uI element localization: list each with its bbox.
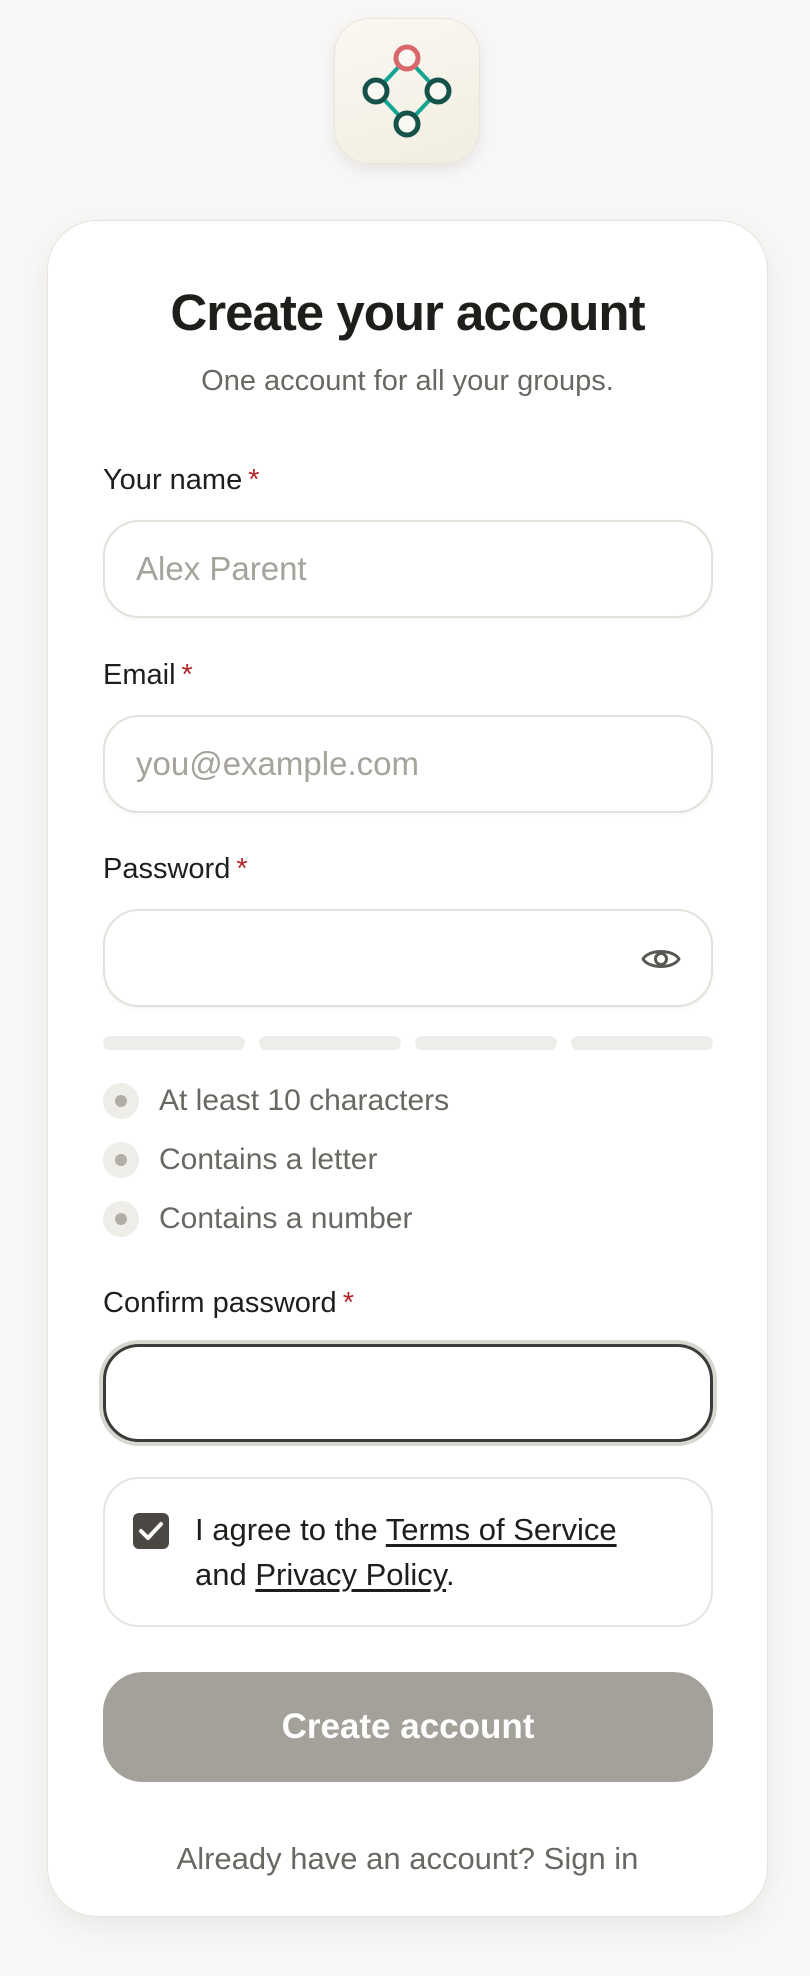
email-input[interactable] [136,717,631,811]
required-mark: * [236,853,248,885]
requirement-item: Contains a letter [103,1142,503,1178]
confirm-password-label: Confirm password * [103,1287,354,1320]
email-label: Email * [103,659,193,692]
required-mark: * [248,464,260,496]
terms-text: I agree to the Terms of Service and Priv… [195,1507,665,1597]
signup-card: Create your account One account for all … [47,220,768,1917]
terms-agreement: I agree to the Terms of Service and Priv… [103,1477,713,1627]
email-field [103,715,713,813]
required-mark: * [342,1287,354,1319]
show-password-button[interactable] [641,941,681,977]
eye-icon [641,950,681,968]
name-label: Your name * [103,464,260,497]
requirement-status-icon [103,1201,139,1237]
password-label-text: Password [103,853,231,885]
terms-prefix: I agree to the [195,1512,378,1547]
password-label: Password * [103,853,248,886]
requirement-text: At least 10 characters [159,1084,450,1117]
privacy-policy-link[interactable]: Privacy Policy [255,1557,446,1592]
confirm-password-field [103,1344,713,1442]
email-label-text: Email [103,659,176,691]
signin-link[interactable]: Sign in [544,1841,639,1876]
checkmark-icon [139,1522,163,1540]
name-label-text: Your name [103,464,243,496]
password-input[interactable] [136,911,631,1005]
terms-suffix: . [446,1557,455,1592]
requirement-item: Contains a number [103,1201,503,1237]
strength-segment [415,1036,557,1050]
terms-checkbox[interactable] [133,1513,169,1549]
requirement-text: Contains a number [159,1202,413,1235]
name-field [103,520,713,618]
requirement-text: Contains a letter [159,1143,378,1176]
name-input[interactable] [136,522,631,616]
page-title: Create your account [170,284,645,341]
requirement-status-icon [103,1142,139,1178]
required-mark: * [181,659,193,691]
page-subtitle: One account for all your groups. [201,365,614,397]
strength-segment [103,1036,245,1050]
strength-segment [259,1036,401,1050]
network-diamond-logo-icon [362,44,452,138]
confirm-password-label-text: Confirm password [103,1287,337,1319]
password-field [103,909,713,1007]
signin-prompt: Already have an account? Sign in [48,1841,767,1877]
terms-middle: and [195,1557,247,1592]
confirm-password-input[interactable] [137,1347,630,1439]
create-account-button[interactable]: Create account [103,1672,713,1782]
app-logo [334,18,480,164]
requirement-status-icon [103,1083,139,1119]
strength-segment [571,1036,713,1050]
requirement-item: At least 10 characters [103,1083,503,1119]
password-strength-meter [103,1036,713,1050]
terms-of-service-link[interactable]: Terms of Service [386,1512,617,1547]
signin-prompt-text: Already have an account? [176,1841,536,1876]
